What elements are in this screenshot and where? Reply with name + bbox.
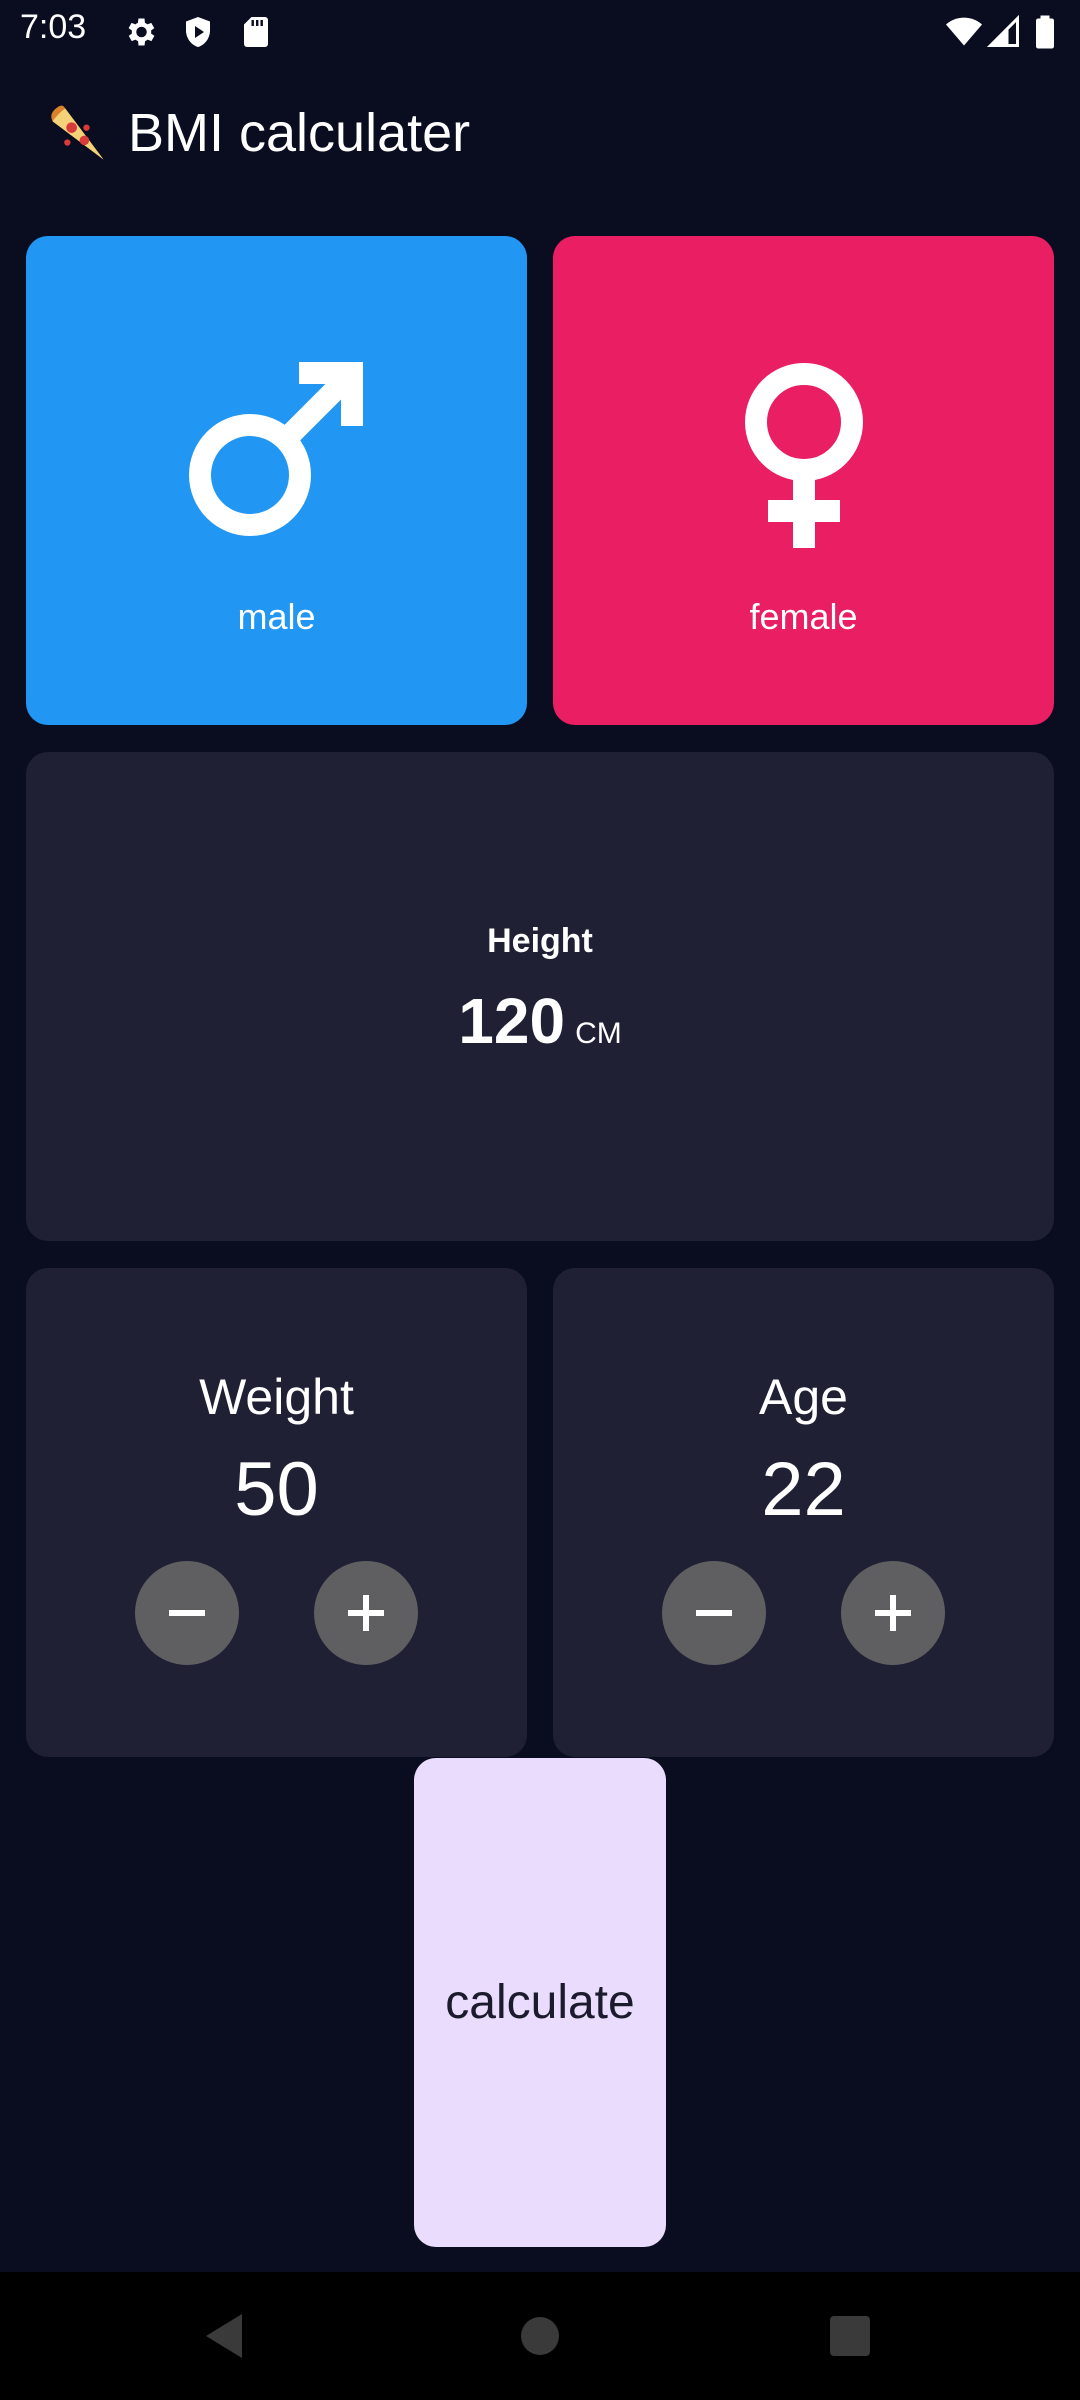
weight-value: 50 bbox=[234, 1447, 319, 1532]
status-bar: 7:03 bbox=[0, 0, 1080, 64]
app-title: BMI calculater bbox=[128, 103, 471, 163]
battery-icon bbox=[1036, 15, 1054, 49]
status-time: 7:03 bbox=[20, 8, 87, 46]
back-icon[interactable] bbox=[198, 2308, 254, 2364]
age-decrement-button[interactable] bbox=[662, 1561, 766, 1665]
screen: 7:03 BMI calculater male female Height 1… bbox=[0, 0, 1080, 2400]
male-label: male bbox=[237, 596, 316, 637]
navigation-bar bbox=[0, 2272, 1080, 2400]
height-card: Height 120 CM bbox=[26, 752, 1054, 1241]
weight-decrement-button[interactable] bbox=[135, 1561, 239, 1665]
male-card[interactable]: male bbox=[26, 236, 527, 725]
height-unit: CM bbox=[575, 1017, 622, 1050]
calculate-button[interactable]: calculate bbox=[414, 1758, 666, 2247]
wifi-icon bbox=[946, 17, 982, 46]
age-value: 22 bbox=[761, 1447, 846, 1532]
gear-icon bbox=[128, 18, 155, 46]
female-label: female bbox=[749, 596, 858, 637]
minus-icon bbox=[696, 1610, 732, 1616]
height-value: 120 bbox=[458, 985, 566, 1057]
app-bar: BMI calculater bbox=[0, 64, 1080, 204]
female-symbol-icon bbox=[744, 363, 863, 548]
height-label: Height bbox=[487, 922, 593, 960]
weight-label: Weight bbox=[199, 1369, 354, 1425]
home-icon[interactable] bbox=[512, 2308, 568, 2364]
sd-card-icon bbox=[244, 17, 268, 47]
female-card[interactable]: female bbox=[553, 236, 1054, 725]
recents-icon[interactable] bbox=[822, 2308, 878, 2364]
male-symbol-icon bbox=[188, 362, 363, 536]
weight-card: Weight 50 bbox=[26, 1268, 527, 1757]
pizza-icon bbox=[51, 105, 104, 160]
minus-icon bbox=[169, 1610, 205, 1616]
signal-icon bbox=[986, 14, 1019, 47]
age-card: Age 22 bbox=[553, 1268, 1054, 1757]
weight-increment-button[interactable] bbox=[314, 1561, 418, 1665]
shield-play-icon bbox=[186, 17, 210, 47]
plus-icon bbox=[348, 1595, 384, 1631]
age-label: Age bbox=[759, 1369, 848, 1425]
plus-icon bbox=[875, 1595, 911, 1631]
age-increment-button[interactable] bbox=[841, 1561, 945, 1665]
height-value-row: 120 CM bbox=[26, 984, 1054, 1058]
